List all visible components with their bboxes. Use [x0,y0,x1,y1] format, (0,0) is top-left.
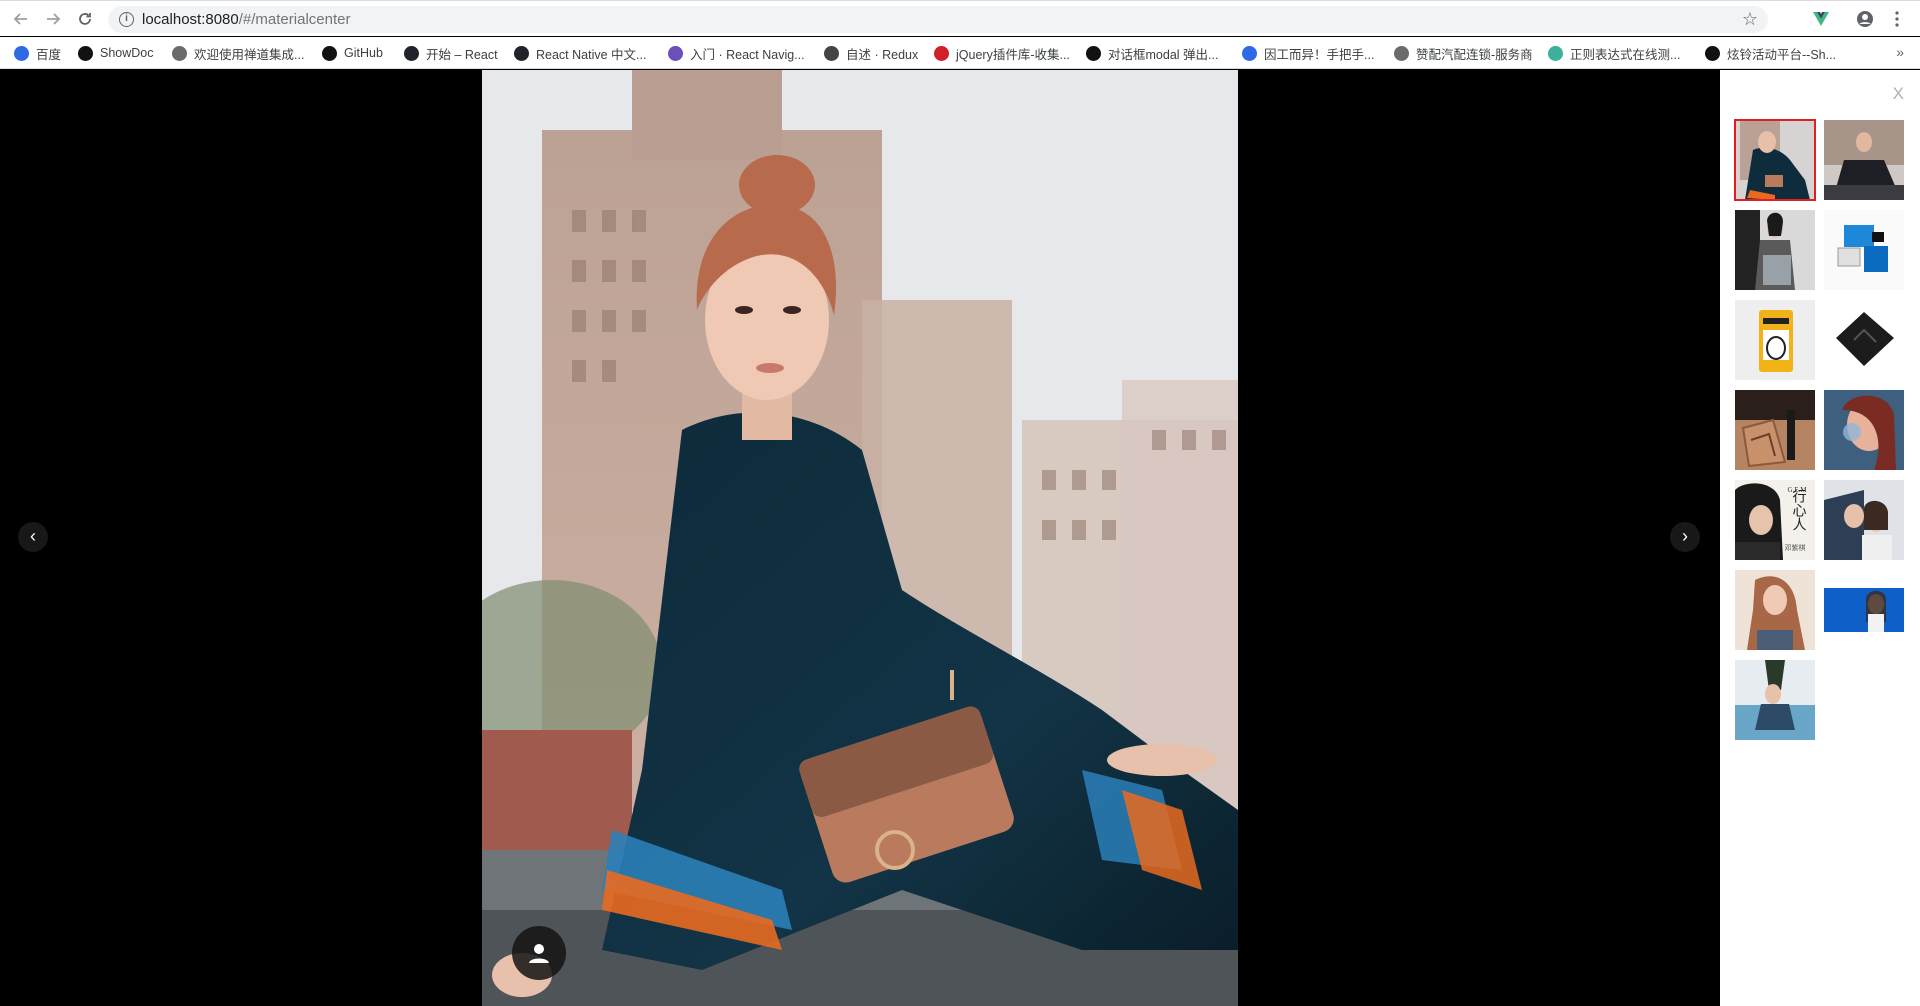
thumbnail-6[interactable] [1824,300,1904,380]
address-bar[interactable]: i localhost:8080/#/materialcenter ☆ [108,6,1768,33]
album-artist: 邓紫棋 [1785,543,1806,552]
bookmarks-bar: 百度 ShowDoc 欢迎使用禅道集成... GitHub 开始 – React Reac… [0,37,1920,69]
thumbnail-4[interactable] [1824,210,1904,290]
thumbnail-12[interactable] [1824,570,1904,650]
bookmark-item[interactable]: 对话框modal 弹出... [1086,44,1218,62]
url-text[interactable]: localhost:8080/#/materialcenter [142,11,350,28]
bookmark-label: ShowDoc [100,46,154,60]
bookmark-item[interactable]: React Native 中文... [514,44,646,62]
bookmark-item[interactable]: 正则表达式在线测... [1548,44,1680,62]
bookmark-label: 正则表达式在线测... [1570,47,1681,62]
thumbnail-panel: X G.E.M 行心人 邓紫棋 [1720,70,1920,1006]
close-viewer-button[interactable]: X [1893,84,1904,104]
bookmark-label: 炫铃活动平台--Sh... [1727,47,1837,62]
bookmark-favicon-icon [1705,45,1720,61]
bookmark-label: jQuery插件库-收集... [956,47,1070,62]
bookmark-label: 欢迎使用禅道集成... [194,47,305,62]
bookmark-favicon-icon [1548,45,1563,61]
prev-image-button[interactable]: ‹ [18,522,48,552]
bookmark-item[interactable]: 欢迎使用禅道集成... [172,44,304,62]
forward-button[interactable] [42,8,64,30]
bookmark-favicon-icon [1242,45,1257,61]
arrow-right-icon [47,13,61,25]
thumbnail-5[interactable] [1735,300,1815,380]
bookmark-item[interactable]: 自述 · Redux [824,44,918,62]
bookmark-favicon-icon [78,45,93,61]
bookmark-item[interactable]: 开始 – React [404,44,498,62]
bookmark-label: 开始 – React [426,47,498,62]
album-title: 行心人 [1791,489,1807,531]
thumbnail-7[interactable] [1735,390,1815,470]
bookmarks-overflow-icon[interactable]: » [1896,44,1904,60]
bookmark-label: 百度 [36,47,62,62]
bookmark-favicon-icon [404,45,419,61]
reload-button[interactable] [74,8,96,30]
bookmark-label: GitHub [344,46,383,60]
main-photo [482,70,1238,1006]
thumbnail-11[interactable] [1735,570,1815,650]
bookmark-label: 因工而异！手把手... [1264,47,1375,62]
bookmark-item[interactable]: 百度 [14,44,61,62]
thumbnail-9[interactable]: G.E.M 行心人 邓紫棋 [1735,480,1815,560]
bookmark-favicon-icon [824,45,839,61]
bookmark-label: React Native 中文... [536,47,647,62]
menu-kebab-icon[interactable] [1888,10,1906,28]
bookmark-item[interactable]: 赞配汽配连锁-服务商 [1394,44,1533,62]
bookmark-star-icon[interactable]: ☆ [1742,9,1758,30]
thumbnail-1[interactable] [1734,119,1816,201]
bookmark-favicon-icon [14,45,29,61]
thumbnail-13[interactable] [1735,660,1815,740]
image-viewer: ‹ › [0,70,1720,1006]
bookmark-favicon-icon [322,45,337,61]
vue-devtools-extension-icon[interactable] [1812,10,1830,28]
bookmark-label: 对话框modal 弹出... [1108,47,1219,62]
author-avatar-button[interactable] [512,926,566,980]
bookmark-label: 入门 · React Navig... [690,47,805,62]
thumbnail-8[interactable] [1824,390,1904,470]
bookmark-favicon-icon [172,45,187,61]
user-icon [529,944,549,963]
next-image-button[interactable]: › [1670,522,1700,552]
profile-icon[interactable] [1856,10,1874,28]
back-button[interactable] [10,8,32,30]
bookmark-item[interactable]: ShowDoc [78,44,154,62]
bookmark-label: 自述 · Redux [846,47,919,62]
bookmark-favicon-icon [1086,45,1101,61]
bookmark-item[interactable]: 入门 · React Navig... [668,44,805,62]
bookmark-favicon-icon [1394,45,1409,61]
bookmark-label: 赞配汽配连锁-服务商 [1416,47,1533,62]
main-photo-image [482,70,1238,1006]
thumbnail-10[interactable] [1824,480,1904,560]
reload-icon [79,13,91,25]
bookmark-favicon-icon [514,45,529,61]
bookmark-favicon-icon [668,45,683,61]
thumbnail-2[interactable] [1824,120,1904,200]
arrow-left-icon [13,13,27,25]
bookmark-item[interactable]: 炫铃活动平台--Sh... [1705,44,1836,62]
site-info-icon[interactable]: i [119,12,134,27]
browser-toolbar: i localhost:8080/#/materialcenter ☆ [0,0,1920,36]
bookmark-item[interactable]: jQuery插件库-收集... [934,44,1070,62]
bookmark-favicon-icon [934,45,949,61]
bookmark-item[interactable]: 因工而异！手把手... [1242,44,1374,62]
thumbnail-3[interactable] [1735,210,1815,290]
bookmark-item[interactable]: GitHub [322,44,383,62]
